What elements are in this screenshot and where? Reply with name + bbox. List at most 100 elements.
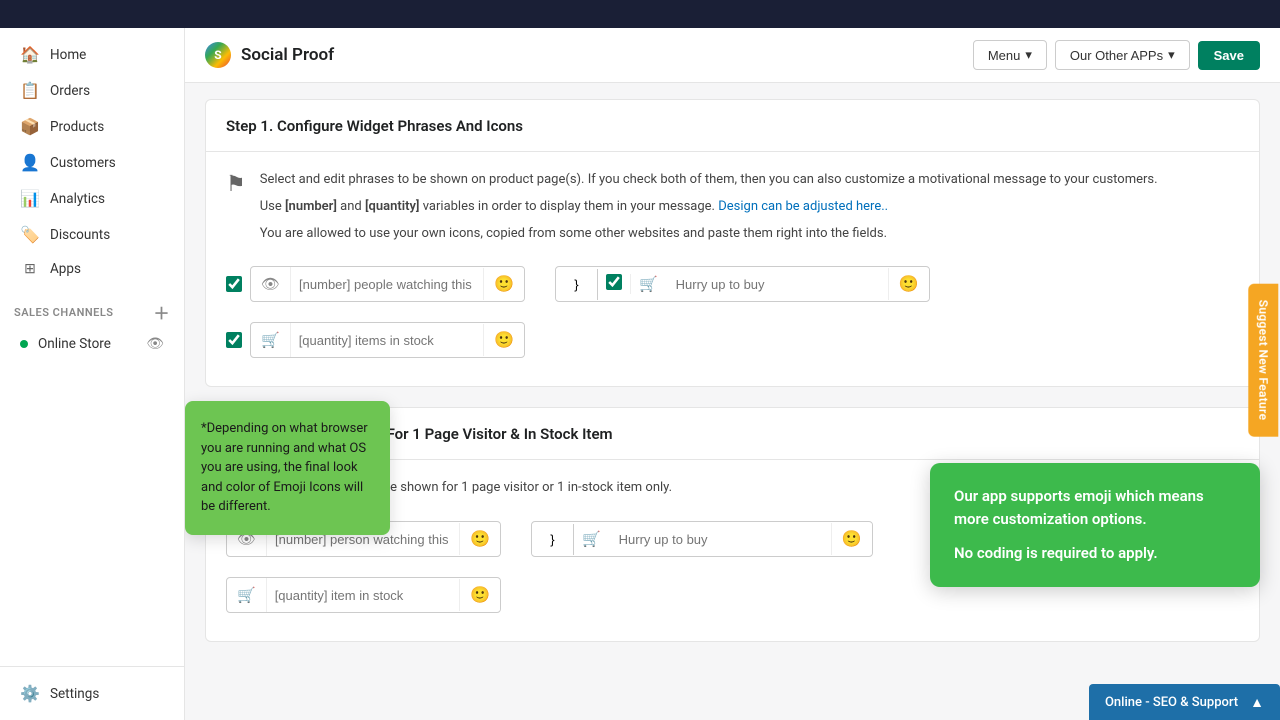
online-store-label: Online Store [38, 336, 111, 352]
cart-field-icon-1: 🛒 [251, 323, 291, 357]
step1-field-2: 🛒 🙂 [250, 322, 525, 358]
bottom-bar-chevron-icon[interactable]: ▲ [1250, 694, 1264, 711]
step1-info-text: Select and edit phrases to be shown on p… [260, 170, 1158, 250]
step1-right-field-row: 🛒 🙂 [555, 266, 930, 302]
sidebar-label-settings: Settings [50, 686, 99, 702]
step1-checkbox-1[interactable] [226, 276, 242, 292]
menu-button[interactable]: Menu ▾ [973, 40, 1047, 70]
step1-body: ⚑ Select and edit phrases to be shown on… [206, 152, 1259, 386]
sidebar-label-discounts: Discounts [50, 227, 110, 243]
content-header: S Social Proof Menu ▾ Our Other APPs ▾ S… [185, 28, 1280, 83]
step1-right-emoji-btn[interactable]: 🙂 [888, 268, 929, 300]
step1-input-1[interactable] [291, 269, 483, 300]
settings-icon: ⚙️ [20, 684, 40, 703]
tooltip-emoji-line1: Our app supports emoji which means more … [954, 485, 1236, 530]
step1-checkbox-2[interactable] [226, 332, 242, 348]
add-channel-icon[interactable]: ＋ [153, 300, 170, 324]
step1-right-checkbox[interactable] [606, 274, 622, 290]
eye-icon: 👁 [146, 336, 164, 352]
home-icon: 🏠 [20, 45, 40, 64]
step1-field-row-1: 👁 🙂 [226, 266, 525, 302]
sidebar-label-home: Home [50, 47, 86, 63]
step2-input-2[interactable] [267, 580, 459, 611]
step1-right-fields: 🛒 🙂 [555, 266, 930, 312]
sidebar-item-online-store[interactable]: Online Store 👁 [6, 329, 178, 359]
sidebar-item-apps[interactable]: ⊞ Apps [6, 253, 178, 285]
step1-number-input[interactable] [556, 269, 598, 300]
quantity-var: [quantity] [365, 199, 420, 214]
number-var: [number] [285, 199, 337, 214]
sidebar-item-customers[interactable]: 👤 Customers [6, 145, 178, 180]
step1-right-input[interactable] [668, 269, 888, 300]
cart-field-icon-right: 🛒 [631, 267, 668, 301]
step2-right-fields: 🛒 🙂 [531, 521, 873, 567]
sidebar-label-orders: Orders [50, 83, 90, 99]
top-bar [0, 0, 1280, 28]
main-content: S Social Proof Menu ▾ Our Other APPs ▾ S… [185, 28, 1280, 720]
bottom-support-bar[interactable]: Online - SEO & Support ▲ [1089, 684, 1280, 720]
tooltip-emoji-support: Our app supports emoji which means more … [930, 463, 1260, 587]
step2-emoji-btn-2[interactable]: 🙂 [459, 579, 500, 611]
step1-section: Step 1. Configure Widget Phrases And Ico… [205, 99, 1260, 387]
eye-field-icon-1: 👁 [251, 267, 291, 301]
step2-right-field-row: 🛒 🙂 [531, 521, 873, 557]
step1-title: Step 1. Configure Widget Phrases And Ico… [226, 117, 523, 135]
sidebar-item-settings[interactable]: ⚙️ Settings [6, 676, 178, 711]
step2-number-input[interactable] [532, 524, 574, 555]
step1-field-1: 👁 🙂 [250, 266, 525, 302]
other-apps-label: Our Other APPs [1070, 48, 1163, 63]
customers-icon: 👤 [20, 153, 40, 172]
step2-emoji-btn-1[interactable]: 🙂 [459, 523, 500, 555]
step2-left-fields: 👁 🙂 🛒 🙂 [226, 521, 501, 623]
sidebar-label-analytics: Analytics [50, 191, 105, 207]
tooltip-browser-text: *Depending on what browser you are runni… [201, 421, 368, 514]
step1-info-line3: You are allowed to use your own icons, c… [260, 224, 1158, 245]
products-icon: 📦 [20, 117, 40, 136]
step2-right-group: 🛒 🙂 [531, 521, 873, 557]
sidebar-item-home[interactable]: 🏠 Home [6, 37, 178, 72]
sidebar-item-products[interactable]: 📦 Products [6, 109, 178, 144]
cart-field-icon-right-2: 🛒 [574, 522, 611, 556]
analytics-icon: 📊 [20, 189, 40, 208]
step1-fields-layout: 👁 🙂 🛒 🙂 [226, 266, 1239, 368]
design-link[interactable]: Design can be adjusted here.. [718, 199, 888, 214]
sidebar-item-discounts[interactable]: 🏷️ Discounts [6, 217, 178, 252]
step2-right-input[interactable] [611, 524, 831, 555]
step1-info-box: ⚑ Select and edit phrases to be shown on… [226, 170, 1239, 250]
sidebar-bottom: ⚙️ Settings [0, 666, 184, 720]
step1-emoji-btn-2[interactable]: 🙂 [483, 324, 524, 356]
menu-label: Menu [988, 48, 1021, 63]
cart-field-icon-2: 🛒 [227, 578, 267, 612]
suggest-feature-label: Suggest New Feature [1257, 300, 1271, 421]
orders-icon: 📋 [20, 81, 40, 100]
other-apps-chevron-icon: ▾ [1168, 47, 1175, 63]
sidebar-item-analytics[interactable]: 📊 Analytics [6, 181, 178, 216]
tooltip-emoji-line2: No coding is required to apply. [954, 542, 1236, 565]
sidebar: 🏠 Home 📋 Orders 📦 Products 👤 Customers 📊… [0, 28, 185, 720]
tooltip-browser-note: *Depending on what browser you are runni… [185, 401, 390, 535]
header-left: S Social Proof [205, 42, 334, 68]
step1-left-fields: 👁 🙂 🛒 🙂 [226, 266, 525, 368]
save-button[interactable]: Save [1198, 41, 1260, 70]
step1-input-2[interactable] [291, 325, 483, 356]
sidebar-item-orders[interactable]: 📋 Orders [6, 73, 178, 108]
step1-emoji-btn-1[interactable]: 🙂 [483, 268, 524, 300]
online-indicator [20, 340, 28, 348]
suggest-feature-tab[interactable]: Suggest New Feature [1249, 284, 1279, 437]
sidebar-label-apps: Apps [50, 261, 81, 277]
menu-chevron-icon: ▾ [1025, 47, 1032, 63]
page-content: Step 1. Configure Widget Phrases And Ico… [185, 83, 1280, 720]
sales-channels-header: SALES CHANNELS ＋ [0, 290, 184, 328]
sidebar-label-customers: Customers [50, 155, 116, 171]
other-apps-button[interactable]: Our Other APPs ▾ [1055, 40, 1190, 70]
header-right: Menu ▾ Our Other APPs ▾ Save [973, 40, 1260, 70]
apps-icon: ⊞ [20, 261, 40, 277]
discounts-icon: 🏷️ [20, 225, 40, 244]
app-title: Social Proof [241, 45, 334, 65]
step2-right-emoji-btn[interactable]: 🙂 [831, 523, 872, 555]
step1-info-line2: Use [number] and [quantity] variables in… [260, 197, 1158, 218]
sidebar-label-products: Products [50, 119, 104, 135]
step1-info-line1: Select and edit phrases to be shown on p… [260, 170, 1158, 191]
step1-right-group: 🛒 🙂 [555, 266, 930, 302]
bottom-bar-label: Online - SEO & Support [1105, 695, 1238, 710]
